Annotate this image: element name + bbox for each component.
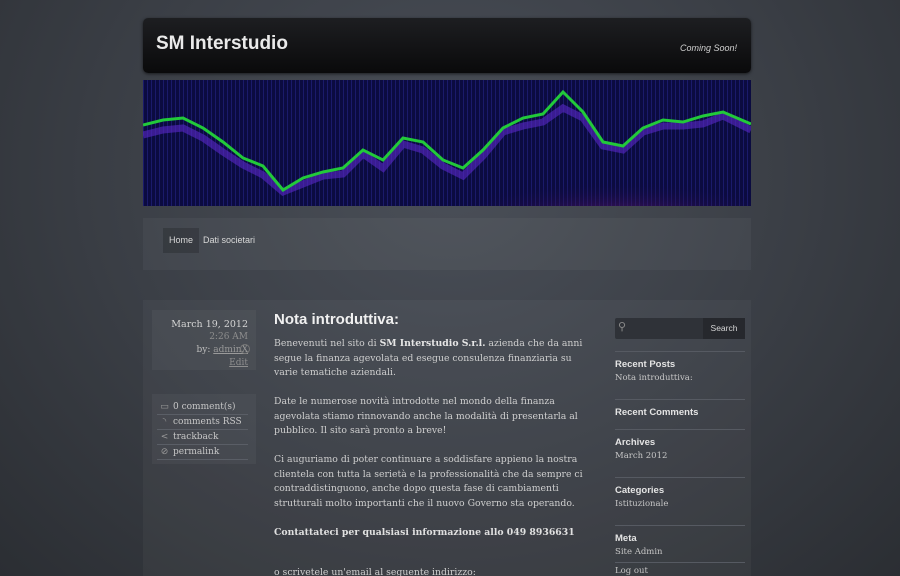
comments-count-label: 0 comment(s) — [173, 402, 236, 412]
recent-comments-widget: Recent Comments — [615, 399, 745, 419]
permalink-label: permalink — [173, 447, 220, 457]
comment-icon: ▭ — [160, 402, 169, 412]
trackback-label: trackback — [173, 432, 219, 442]
trackback-link[interactable]: < trackback — [157, 430, 248, 445]
main-navigation: Home Dati societari — [143, 218, 751, 270]
log-out-link[interactable]: Log out — [615, 562, 745, 576]
post-title[interactable]: Nota introduttiva: — [274, 311, 588, 328]
search-icon: ⚲ — [618, 320, 627, 333]
permalink-link[interactable]: ⊘ permalink — [157, 445, 248, 460]
recent-posts-title: Recent Posts — [615, 359, 676, 370]
recent-comments-title: Recent Comments — [615, 407, 699, 418]
post-meta: March 19, 2012 2:26 AM by: adminX Edit — [152, 310, 256, 370]
archives-widget: Archives March 2012 — [615, 429, 745, 463]
comments-rss-link[interactable]: ◝ comments RSS — [157, 415, 248, 430]
post-date: March 19, 2012 — [171, 319, 248, 330]
nav-home[interactable]: Home — [163, 228, 200, 253]
post-paragraph: Date le numerose novità introdotte nel m… — [274, 396, 578, 436]
by-label: by: — [196, 345, 211, 355]
post-paragraph: Benevenuti nel sito di SM Interstudio S.… — [274, 337, 588, 381]
text-run: Benevenuti nel sito di — [274, 338, 380, 349]
post-body: Nota introduttiva: Benevenuti nel sito d… — [274, 311, 588, 576]
comments-link[interactable]: ▭ 0 comment(s) — [157, 400, 248, 415]
category-link[interactable]: Istituzionale — [615, 498, 745, 511]
archive-link[interactable]: March 2012 — [615, 450, 745, 463]
archives-title: Archives — [615, 437, 656, 448]
post-paragraph: Ci auguriamo di poter continuare a soddi… — [274, 454, 583, 509]
site-title[interactable]: SM Interstudio — [156, 33, 288, 55]
post-actions: ▭ 0 comment(s) ◝ comments RSS < trackbac… — [152, 394, 256, 464]
search-input[interactable] — [629, 320, 697, 337]
rss-icon: ◝ — [162, 417, 167, 427]
clock-icon — [240, 344, 250, 354]
stock-chart-graphic — [143, 80, 751, 206]
post-author-line: by: adminX — [152, 344, 248, 357]
link-icon: ⊘ — [160, 447, 169, 457]
header-banner-image — [143, 80, 751, 206]
trackback-icon: < — [160, 432, 169, 442]
search-button[interactable]: Search — [703, 318, 745, 339]
comments-rss-label: comments RSS — [173, 417, 242, 427]
contact-line: Contattateci per qualsiasi informazione … — [274, 526, 575, 538]
email-line: o scrivetele un'email al seguente indiri… — [274, 567, 476, 576]
edit-link[interactable]: Edit — [152, 357, 248, 370]
post-time: 2:26 AM — [209, 332, 248, 342]
site-admin-link[interactable]: Site Admin — [615, 546, 745, 559]
site-header: SM Interstudio Coming Soon! — [143, 18, 751, 73]
company-name: SM Interstudio S.r.l. — [379, 338, 486, 349]
meta-title: Meta — [615, 533, 637, 544]
meta-widget: Meta Site Admin Log out — [615, 525, 745, 576]
recent-post-link[interactable]: Nota introduttiva: — [615, 372, 745, 385]
nav-dati-societari[interactable]: Dati societari — [197, 228, 261, 253]
recent-posts-widget: Recent Posts Nota introduttiva: — [615, 351, 745, 385]
categories-title: Categories — [615, 485, 665, 496]
site-tagline: Coming Soon! — [679, 43, 737, 53]
categories-widget: Categories Istituzionale — [615, 477, 745, 511]
search-form: ⚲ Search — [615, 318, 745, 339]
